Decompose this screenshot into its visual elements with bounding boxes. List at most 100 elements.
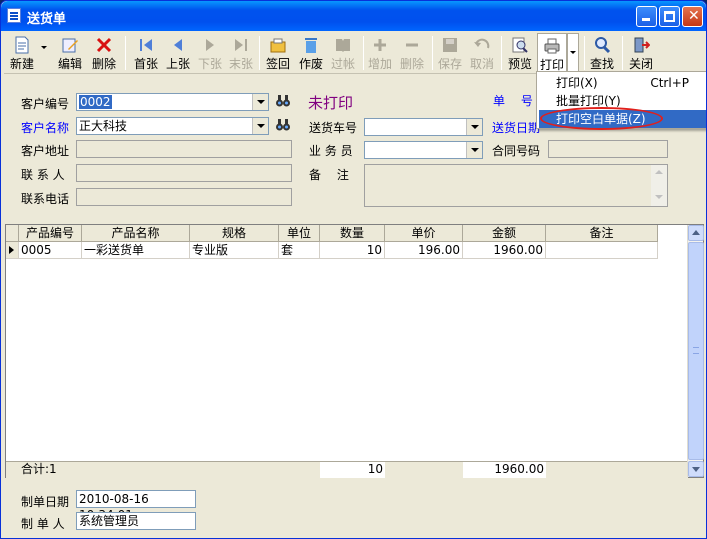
cancel-button[interactable]: 取消: [468, 33, 496, 73]
add-icon: [374, 39, 386, 51]
new-button[interactable]: 新建: [8, 33, 36, 73]
menu-item-print[interactable]: 打印(X) Ctrl+P: [539, 74, 706, 92]
prev-icon: [174, 39, 182, 51]
print-icon: [544, 38, 560, 54]
remove-row-button[interactable]: 删除: [398, 33, 426, 73]
creator-field[interactable]: 系统管理员: [76, 512, 196, 530]
table-cell[interactable]: 10: [320, 242, 385, 259]
customer-code-label: 客户编号: [21, 97, 70, 111]
title-bar[interactable]: 送货单 ✕: [1, 1, 706, 31]
doc-no-label: 单 号: [493, 94, 533, 108]
created-date-label: 制单日期: [21, 495, 70, 509]
customer-code-combo[interactable]: 0002: [76, 93, 269, 111]
void-button[interactable]: 作废: [297, 33, 325, 73]
total-row: 合计:1 10 1960.00: [6, 461, 688, 478]
items-grid: 产品编号 产品名称 规格 单位 数量 单价 金额 备注 0005 一彩送货单 专…: [5, 224, 704, 478]
created-date-field[interactable]: 2010-08-16 10:34:01: [76, 490, 196, 522]
customer-name-value: 正大科技: [79, 119, 128, 133]
close-button[interactable]: 关闭: [627, 33, 655, 73]
chevron-down-icon[interactable]: [466, 142, 482, 158]
window: 送货单 ✕ 新建 编辑 删除 首张 上张 下张 末张 签回 作废 过帐 增加 删…: [0, 0, 707, 539]
table-cell[interactable]: 一彩送货单: [82, 242, 190, 259]
print-dropdown-button[interactable]: [567, 33, 579, 73]
chevron-down-icon[interactable]: [252, 94, 268, 110]
vehicle-combo[interactable]: [364, 118, 483, 136]
table-cell[interactable]: 1960.00: [463, 242, 546, 259]
next-button[interactable]: 下张: [196, 33, 224, 73]
phone-field[interactable]: [76, 188, 292, 206]
menu-item-label: 打印(X): [556, 76, 598, 90]
binoculars-icon[interactable]: [275, 117, 291, 133]
add-row-button[interactable]: 增加: [366, 33, 394, 73]
table-cell[interactable]: 196.00: [385, 242, 463, 259]
save-button[interactable]: 保存: [436, 33, 464, 73]
first-icon: [140, 39, 152, 51]
exit-door-icon: [634, 37, 650, 53]
table-cell[interactable]: 0005: [19, 242, 82, 259]
col-header[interactable]: 单位: [279, 225, 320, 242]
table-cell[interactable]: 专业版: [190, 242, 279, 259]
col-header[interactable]: 产品编号: [19, 225, 82, 242]
edit-button[interactable]: 编辑: [56, 33, 84, 73]
contact-label: 联 系 人: [21, 168, 65, 182]
delivery-date-label: 送货日期: [492, 121, 541, 135]
minimize-button[interactable]: [636, 6, 657, 27]
current-row-arrow-icon: [9, 246, 14, 254]
contact-field[interactable]: [76, 164, 292, 182]
creator-label: 制 单 人: [21, 517, 65, 531]
address-label: 客户地址: [21, 144, 70, 158]
row-indicator[interactable]: [6, 242, 19, 259]
remark-field[interactable]: [364, 164, 668, 207]
address-field[interactable]: [76, 140, 292, 158]
preview-button[interactable]: 预览: [506, 33, 534, 73]
new-dropdown-arrow[interactable]: [41, 46, 47, 49]
scroll-down-button[interactable]: [688, 461, 704, 477]
signback-button[interactable]: 签回: [264, 33, 292, 73]
col-header[interactable]: 产品名称: [82, 225, 190, 242]
customer-name-combo[interactable]: 正大科技: [76, 117, 269, 135]
close-window-button[interactable]: ✕: [682, 6, 703, 27]
scroll-thumb[interactable]: [688, 242, 704, 460]
toolbar: 新建 编辑 删除 首张 上张 下张 末张 签回 作废 过帐 增加 删除 保存 取…: [4, 32, 704, 74]
last-button[interactable]: 末张: [227, 33, 255, 73]
col-header[interactable]: 金额: [463, 225, 546, 242]
undo-icon: [474, 38, 490, 49]
table-cell[interactable]: [546, 242, 658, 259]
scroll-down-icon: [692, 467, 700, 472]
scroll-up-button[interactable]: [688, 225, 704, 241]
toolbar-separator: [501, 36, 502, 70]
col-header[interactable]: 数量: [320, 225, 385, 242]
total-qty: 10: [320, 462, 385, 478]
col-header[interactable]: 规格: [190, 225, 279, 242]
menu-item-label: 批量打印(Y): [556, 94, 621, 108]
table-cell[interactable]: 套: [279, 242, 320, 259]
toolbar-separator: [584, 36, 585, 70]
total-label: 合计:1: [19, 462, 82, 478]
col-header[interactable]: 单价: [385, 225, 463, 242]
close-icon: ✕: [688, 8, 700, 24]
first-button[interactable]: 首张: [132, 33, 160, 73]
grid-scrollbar[interactable]: [687, 225, 704, 477]
col-header[interactable]: 备注: [546, 225, 658, 242]
void-icon: [305, 38, 317, 53]
scroll-up-icon: [655, 170, 663, 174]
chevron-down-icon[interactable]: [466, 119, 482, 135]
toolbar-separator: [432, 36, 433, 70]
post-button[interactable]: 过帐: [329, 33, 357, 73]
binoculars-icon[interactable]: [275, 93, 291, 109]
find-button[interactable]: 查找: [588, 33, 616, 73]
toolbar-separator: [363, 36, 364, 70]
maximize-button[interactable]: [659, 6, 680, 27]
salesman-combo[interactable]: [364, 141, 483, 159]
contract-field[interactable]: [548, 140, 668, 158]
chevron-down-icon[interactable]: [252, 118, 268, 134]
prev-button[interactable]: 上张: [164, 33, 192, 73]
minimize-icon: [642, 18, 650, 21]
remove-icon: [406, 43, 418, 47]
customer-name-label: 客户名称: [21, 121, 70, 135]
maximize-icon: [664, 11, 675, 22]
delete-button[interactable]: 删除: [90, 33, 118, 73]
print-button[interactable]: 打印: [537, 33, 567, 73]
remark-scrollbar[interactable]: [651, 165, 667, 206]
toolbar-separator: [259, 36, 260, 70]
